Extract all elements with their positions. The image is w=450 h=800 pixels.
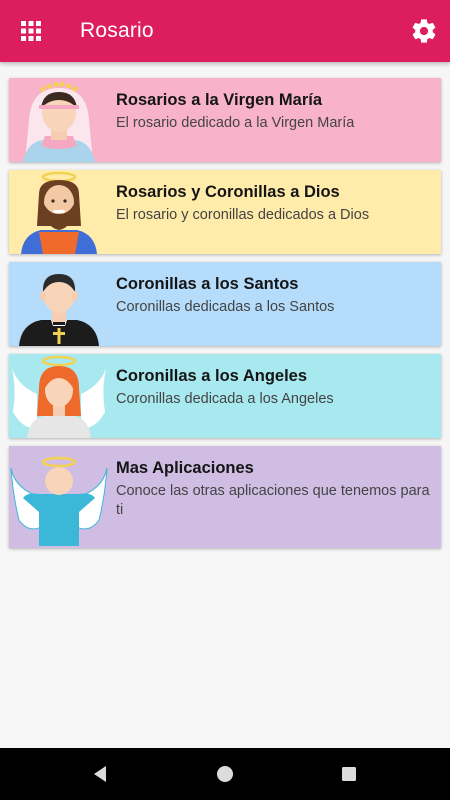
card-santos[interactable]: Coronillas a los Santos Coronillas dedic… bbox=[9, 262, 441, 346]
category-list: Rosarios a la Virgen María El rosario de… bbox=[9, 78, 441, 556]
card-subtitle: Coronillas dedicadas a los Santos bbox=[116, 299, 335, 315]
app-title: Rosario bbox=[80, 19, 154, 42]
angel-woman-icon bbox=[11, 355, 107, 438]
system-nav-bar bbox=[0, 748, 450, 800]
virgin-mary-icon bbox=[23, 82, 95, 162]
angel-icon bbox=[10, 456, 108, 546]
card-subtitle: Conoce las otras aplicaciones que tenemo… bbox=[116, 483, 430, 518]
card-subtitle: El rosario dedicado a la Virgen María bbox=[116, 115, 355, 131]
card-title: Rosarios y Coronillas a Dios bbox=[116, 183, 340, 201]
gear-icon[interactable] bbox=[410, 17, 438, 45]
card-subtitle: El rosario y coronillas dedicados a Dios bbox=[116, 207, 370, 223]
card-mas-aplicaciones[interactable]: Mas Aplicaciones Conoce las otras aplica… bbox=[9, 446, 441, 548]
card-angeles[interactable]: Coronillas a los Angeles Coronillas dedi… bbox=[9, 354, 441, 438]
app-bar: Rosario bbox=[0, 0, 450, 62]
recents-icon[interactable] bbox=[337, 762, 361, 786]
card-title: Coronillas a los Santos bbox=[116, 275, 299, 293]
card-virgen-maria[interactable]: Rosarios a la Virgen María El rosario de… bbox=[9, 78, 441, 162]
card-subtitle: Coronillas dedicada a los Angeles bbox=[116, 391, 334, 407]
priest-icon bbox=[19, 274, 99, 346]
card-title: Rosarios a la Virgen María bbox=[116, 91, 323, 109]
card-title: Mas Aplicaciones bbox=[116, 459, 254, 477]
jesus-icon bbox=[21, 171, 97, 254]
back-icon[interactable] bbox=[88, 762, 112, 786]
card-dios[interactable]: Rosarios y Coronillas a Dios El rosario … bbox=[9, 170, 441, 254]
grid-menu-icon[interactable] bbox=[18, 18, 44, 44]
home-icon[interactable] bbox=[213, 762, 237, 786]
card-title: Coronillas a los Angeles bbox=[116, 367, 308, 385]
